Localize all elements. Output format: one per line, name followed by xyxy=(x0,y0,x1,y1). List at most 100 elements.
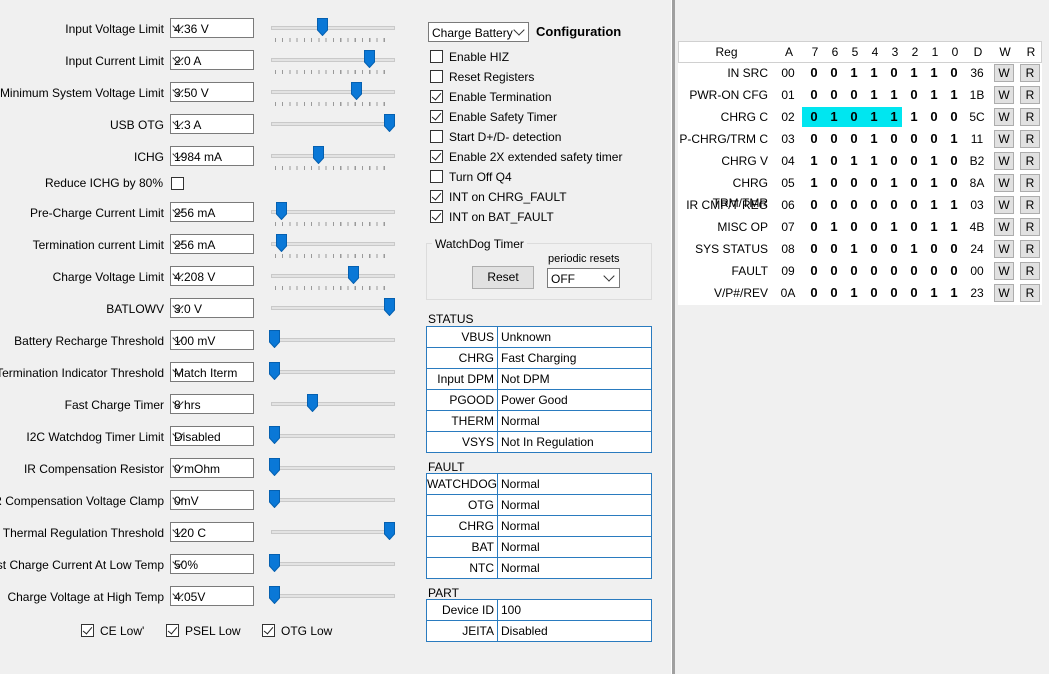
register-bit[interactable]: 0 xyxy=(804,261,824,281)
register-write-button[interactable]: W xyxy=(994,240,1014,258)
setting-select[interactable]: 0 mOhm xyxy=(170,458,254,478)
slider-thumb[interactable] xyxy=(351,82,362,100)
config-item[interactable]: Reset Registers xyxy=(430,68,670,86)
register-bit[interactable]: 0 xyxy=(824,195,844,215)
slider-track[interactable] xyxy=(271,58,395,62)
register-bit[interactable]: 0 xyxy=(904,261,924,281)
bottom-check-item[interactable]: CE Low' xyxy=(81,623,171,639)
slider-thumb[interactable] xyxy=(269,490,280,508)
register-bit[interactable]: 1 xyxy=(844,151,864,171)
setting-select[interactable]: Disabled xyxy=(170,426,254,446)
config-checkbox[interactable] xyxy=(430,70,443,83)
slider-track[interactable] xyxy=(271,370,395,374)
reduce-ichg-checkbox[interactable] xyxy=(171,177,184,190)
register-bit[interactable]: 0 xyxy=(824,283,844,303)
register-bit[interactable]: 1 xyxy=(864,85,884,105)
register-bit[interactable]: 1 xyxy=(804,173,824,193)
register-write-button[interactable]: W xyxy=(994,86,1014,104)
register-write-button[interactable]: W xyxy=(994,108,1014,126)
register-write-button[interactable]: W xyxy=(994,152,1014,170)
slider-thumb[interactable] xyxy=(269,330,280,348)
slider-track[interactable] xyxy=(271,122,395,126)
register-bit[interactable]: 0 xyxy=(824,239,844,259)
register-bit[interactable]: 1 xyxy=(844,63,864,83)
register-bit[interactable]: 0 xyxy=(884,261,904,281)
register-bit[interactable]: 0 xyxy=(824,85,844,105)
slider-thumb[interactable] xyxy=(348,266,359,284)
register-bit[interactable]: 0 xyxy=(804,85,824,105)
register-read-button[interactable]: R xyxy=(1020,108,1040,126)
config-checkbox[interactable] xyxy=(430,90,443,103)
register-bit[interactable]: 0 xyxy=(904,195,924,215)
register-bit[interactable]: 1 xyxy=(944,85,964,105)
register-bit[interactable]: 0 xyxy=(924,261,944,281)
register-bit[interactable]: 1 xyxy=(904,107,924,127)
register-bit[interactable]: 1 xyxy=(884,217,904,237)
register-bit[interactable]: 1 xyxy=(924,173,944,193)
register-bit[interactable]: 1 xyxy=(824,107,844,127)
register-bit[interactable]: 0 xyxy=(904,129,924,149)
register-bit[interactable]: 1 xyxy=(924,63,944,83)
register-bit[interactable]: 1 xyxy=(944,195,964,215)
register-bit[interactable]: 1 xyxy=(864,129,884,149)
mode-select[interactable]: Charge Battery xyxy=(428,22,529,42)
register-bit[interactable]: 0 xyxy=(904,173,924,193)
register-bit[interactable]: 0 xyxy=(944,173,964,193)
slider-thumb[interactable] xyxy=(313,146,324,164)
register-bit[interactable]: 1 xyxy=(924,195,944,215)
register-bit[interactable]: 0 xyxy=(944,63,964,83)
register-bit[interactable]: 0 xyxy=(804,217,824,237)
register-write-button[interactable]: W xyxy=(994,218,1014,236)
register-read-button[interactable]: R xyxy=(1020,196,1040,214)
register-bit[interactable]: 0 xyxy=(824,261,844,281)
slider-track[interactable] xyxy=(271,154,395,158)
setting-select[interactable]: Match Iterm xyxy=(170,362,254,382)
register-bit[interactable]: 0 xyxy=(804,129,824,149)
config-item[interactable]: Turn Off Q4 xyxy=(430,168,670,186)
register-bit[interactable]: 0 xyxy=(804,63,824,83)
register-write-button[interactable]: W xyxy=(994,130,1014,148)
setting-select[interactable]: 1984 mA xyxy=(170,146,254,166)
slider-thumb[interactable] xyxy=(317,18,328,36)
register-bit[interactable]: 0 xyxy=(824,129,844,149)
register-bit[interactable]: 0 xyxy=(824,173,844,193)
setting-select[interactable]: 4.36 V xyxy=(170,18,254,38)
register-bit[interactable]: 1 xyxy=(944,217,964,237)
config-item[interactable]: Start D+/D- detection xyxy=(430,128,670,146)
config-checkbox[interactable] xyxy=(430,150,443,163)
setting-select[interactable]: 256 mA xyxy=(170,202,254,222)
register-bit[interactable]: 0 xyxy=(844,195,864,215)
register-bit[interactable]: 0 xyxy=(864,195,884,215)
register-read-button[interactable]: R xyxy=(1020,152,1040,170)
register-read-button[interactable]: R xyxy=(1020,64,1040,82)
slider-track[interactable] xyxy=(271,498,395,502)
register-bit[interactable]: 1 xyxy=(844,239,864,259)
register-read-button[interactable]: R xyxy=(1020,240,1040,258)
register-bit[interactable]: 0 xyxy=(904,85,924,105)
slider-thumb[interactable] xyxy=(307,394,318,412)
register-bit[interactable]: 0 xyxy=(884,63,904,83)
bottom-check-item[interactable]: OTG Low xyxy=(262,623,352,639)
register-read-button[interactable]: R xyxy=(1020,130,1040,148)
register-bit[interactable]: 1 xyxy=(864,63,884,83)
register-bit[interactable]: 0 xyxy=(924,129,944,149)
slider-track[interactable] xyxy=(271,306,395,310)
register-bit[interactable]: 1 xyxy=(924,151,944,171)
setting-select[interactable]: 8 hrs xyxy=(170,394,254,414)
register-write-button[interactable]: W xyxy=(994,196,1014,214)
register-read-button[interactable]: R xyxy=(1020,218,1040,236)
bottom-checkbox[interactable] xyxy=(262,624,275,637)
setting-select[interactable]: 50% xyxy=(170,554,254,574)
setting-select[interactable]: 4.05V xyxy=(170,586,254,606)
register-bit[interactable]: 0 xyxy=(804,195,824,215)
config-checkbox[interactable] xyxy=(430,190,443,203)
register-write-button[interactable]: W xyxy=(994,174,1014,192)
register-bit[interactable]: 0 xyxy=(944,107,964,127)
register-bit[interactable]: 1 xyxy=(904,239,924,259)
register-bit[interactable]: 1 xyxy=(924,217,944,237)
register-bit[interactable]: 0 xyxy=(864,239,884,259)
register-read-button[interactable]: R xyxy=(1020,284,1040,302)
register-bit[interactable]: 0 xyxy=(844,85,864,105)
register-bit[interactable]: 0 xyxy=(824,151,844,171)
register-bit[interactable]: 1 xyxy=(924,283,944,303)
